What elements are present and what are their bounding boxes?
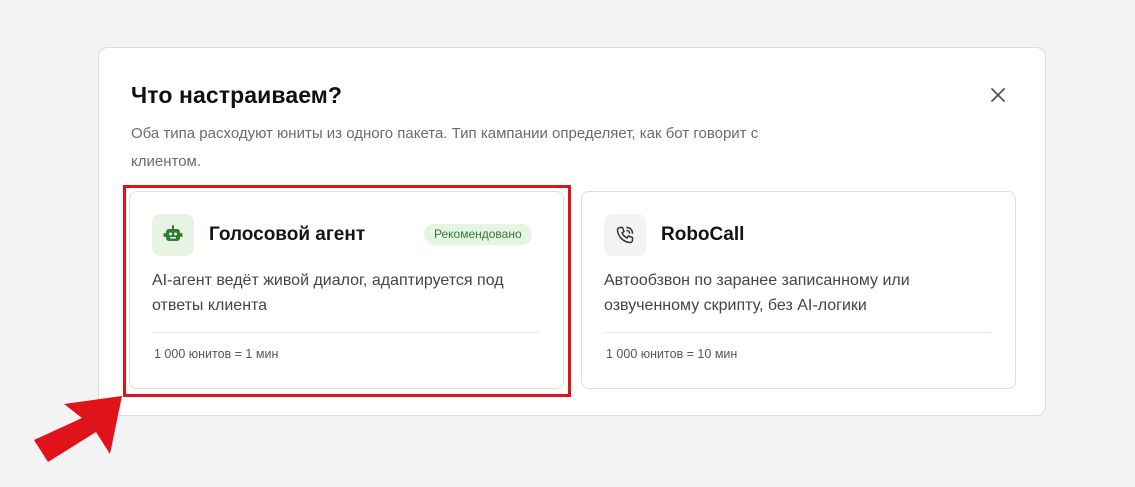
card-robocall[interactable]: RoboCall Автообзвон по заранее записанно…: [581, 191, 1016, 389]
card-divider: [604, 332, 991, 333]
modal-subtitle: Оба типа расходуют юниты из одного пакет…: [131, 125, 759, 170]
close-icon: [991, 88, 1005, 102]
modal-title: Что настраиваем?: [131, 82, 343, 108]
close-button[interactable]: [985, 82, 1011, 108]
card-voice-agent[interactable]: Голосовой агент Рекомендовано AI-агент в…: [129, 191, 564, 389]
card-title: RoboCall: [661, 224, 745, 245]
card-description: Автообзвон по заранее записанному или оз…: [604, 272, 910, 314]
card-title: Голосовой агент: [209, 224, 366, 245]
card-icon-wrap: [152, 214, 194, 256]
card-icon-wrap: [604, 214, 646, 256]
card-divider: [152, 332, 539, 333]
card-cost: 1 000 юнитов = 1 мин: [154, 347, 279, 361]
card-description: AI-агент ведёт живой диалог, адаптируетс…: [152, 272, 504, 314]
card-cost: 1 000 юнитов = 10 мин: [606, 347, 738, 361]
phone-call-icon: [616, 226, 634, 244]
robot-icon: [163, 225, 183, 241]
campaign-type-modal: Что настраиваем? Оба типа расходуют юнит…: [98, 47, 1046, 416]
recommended-badge: Рекомендовано: [424, 224, 532, 245]
